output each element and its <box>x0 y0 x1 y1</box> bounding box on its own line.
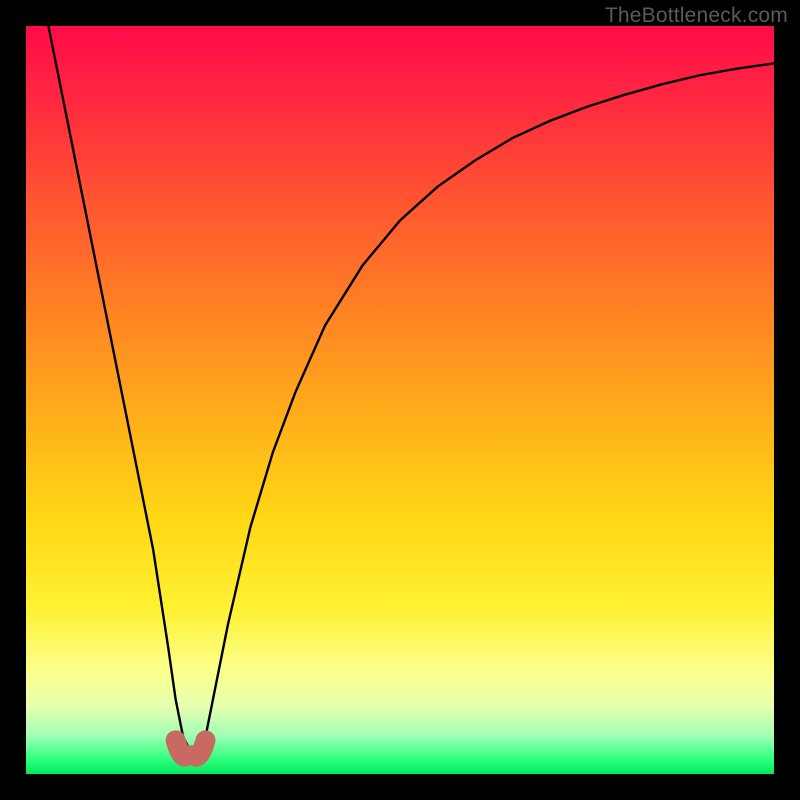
plot-area <box>26 26 774 774</box>
chart-frame: TheBottleneck.com <box>0 0 800 800</box>
curve-layer <box>26 26 774 774</box>
bottleneck-curve <box>48 26 774 752</box>
attribution-label: TheBottleneck.com <box>605 4 788 28</box>
marker-blob <box>176 740 206 756</box>
